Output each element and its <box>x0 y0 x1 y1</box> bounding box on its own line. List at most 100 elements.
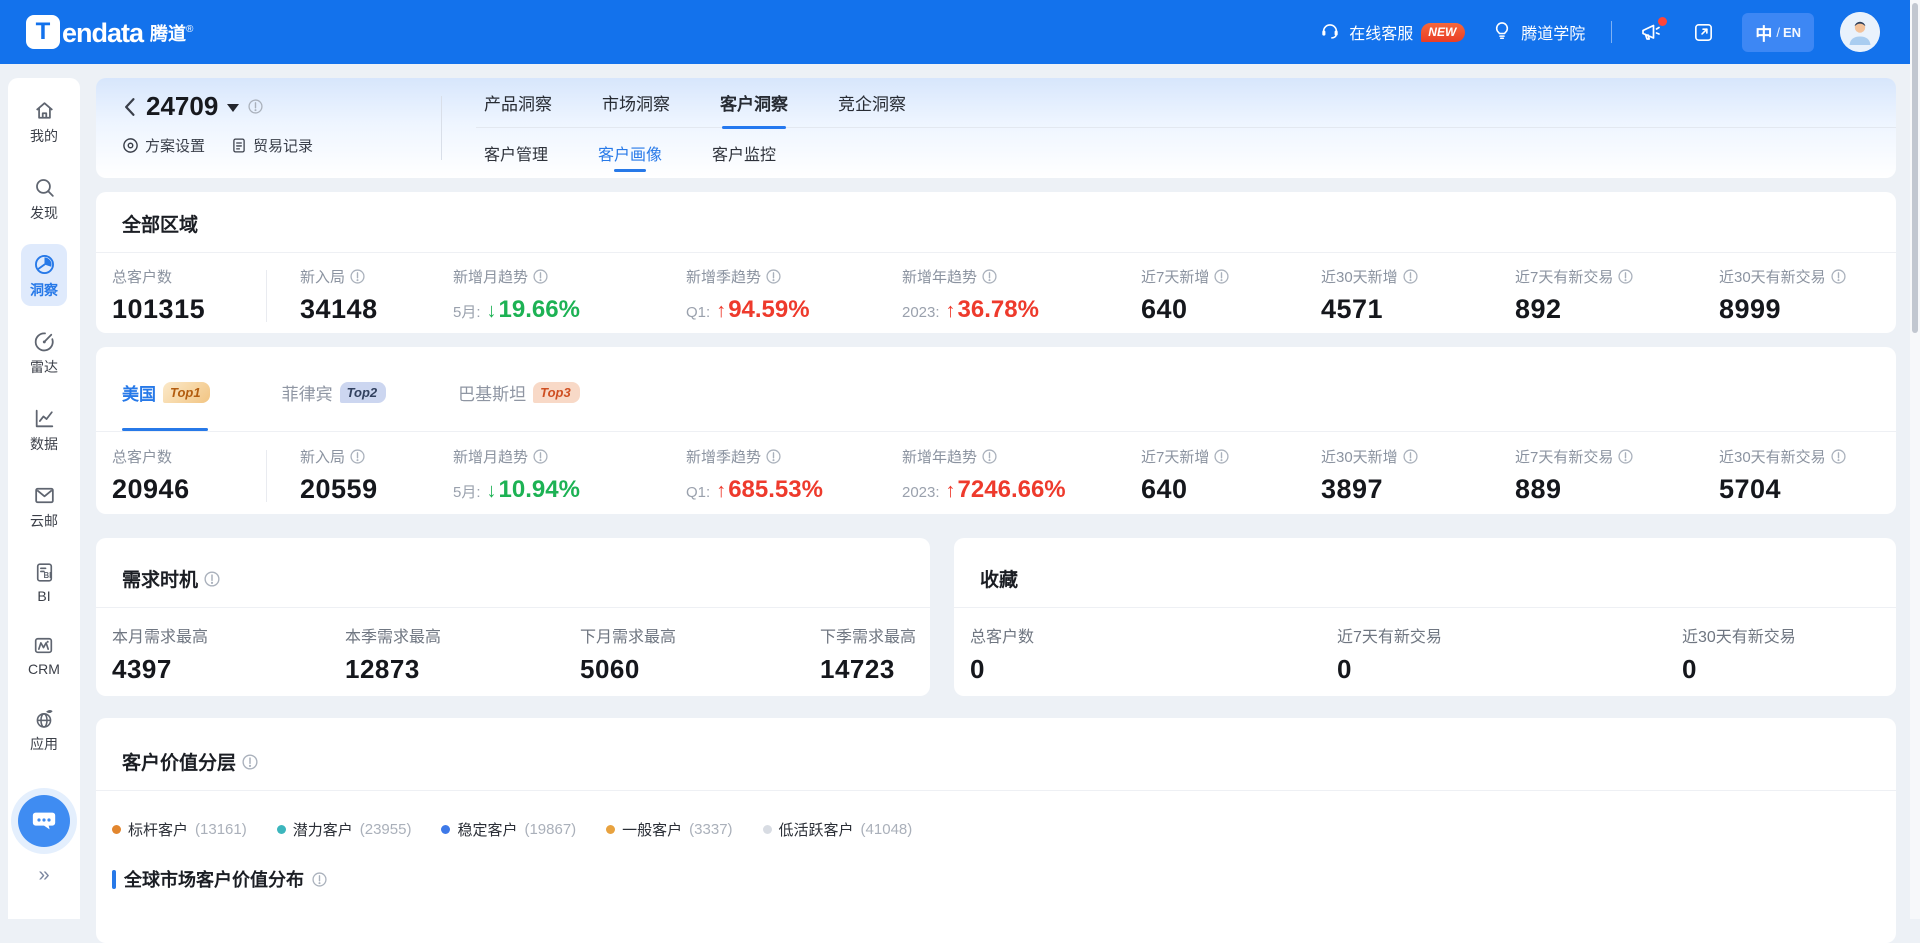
legend-stable-customers[interactable]: 稳定客户 (19867) <box>441 819 576 840</box>
legend-dot <box>763 825 772 834</box>
stat-demand-this-quarter: 本季需求最高 12873 <box>345 623 580 685</box>
stat-quarterly-trend: 新增季趋势 Q1: ↑94.59% <box>686 266 902 325</box>
sidebar-item-apps[interactable]: 应用 <box>30 706 58 754</box>
info-icon[interactable] <box>982 269 997 284</box>
demand-timing-card: 需求时机 本月需求最高 4397 本季需求最高 12873 下月需求最高 506… <box>96 538 930 696</box>
scrollbar-thumb[interactable] <box>1912 3 1918 333</box>
legend-low-activity-customers[interactable]: 低活跃客户 (41048) <box>763 819 913 840</box>
stat-new-7d: 近7天新增 640 <box>1141 446 1321 505</box>
stat-quarterly-trend: 新增季趋势 Q1: ↑685.53% <box>686 446 902 505</box>
info-icon[interactable] <box>204 571 220 587</box>
favorites-stats-row: 总客户数 0 近7天有新交易 0 近30天有新交易 0 <box>954 623 1896 685</box>
plan-info-icon[interactable] <box>248 99 263 114</box>
lang-en: EN <box>1783 25 1801 40</box>
sidebar-item-mine[interactable]: 我的 <box>30 98 58 146</box>
country-stats-row: 总客户数 20946 新入局 20559 新增月趋势 5月: ↓10.94% 新… <box>96 446 1896 505</box>
sidebar-item-radar[interactable]: 雷达 <box>30 329 58 377</box>
info-icon[interactable] <box>1831 449 1846 464</box>
customer-subtabs: 客户管理 客户画像 客户监控 <box>476 128 1896 177</box>
subtab-customer-management[interactable]: 客户管理 <box>484 128 548 177</box>
fullscreen-icon <box>1692 21 1715 44</box>
info-icon[interactable] <box>1214 449 1229 464</box>
plan-id: 24709 <box>146 91 218 122</box>
plan-dropdown-caret[interactable] <box>227 104 239 112</box>
info-icon[interactable] <box>766 269 781 284</box>
academy-label: 腾道学院 <box>1521 20 1585 44</box>
page-scrollbar[interactable] <box>1910 0 1920 919</box>
info-icon[interactable] <box>242 754 258 770</box>
stat-yearly-trend: 新增年趋势 2023: ↑36.78% <box>902 266 1141 325</box>
stat-trades-7d: 近7天有新交易 892 <box>1515 266 1719 325</box>
sidebar-item-discover[interactable]: 发现 <box>30 175 58 223</box>
sidebar-item-crm[interactable]: CRM <box>28 633 60 677</box>
tab-competitor-insight[interactable]: 竞企洞察 <box>838 78 906 127</box>
plan-settings-button[interactable]: 方案设置 <box>122 135 205 156</box>
country-tab-pakistan[interactable]: 巴基斯坦 Top3 <box>458 353 580 431</box>
info-icon[interactable] <box>1618 269 1633 284</box>
info-icon[interactable] <box>1403 449 1418 464</box>
subtab-customer-profile[interactable]: 客户画像 <box>598 128 662 177</box>
info-icon[interactable] <box>350 449 365 464</box>
user-avatar[interactable] <box>1840 12 1880 52</box>
info-icon[interactable] <box>1831 269 1846 284</box>
avatar-person-icon <box>1840 12 1880 52</box>
tendata-logo[interactable]: T endata 腾道 ® <box>26 15 193 49</box>
info-icon[interactable] <box>766 449 781 464</box>
sidebar-item-insight[interactable]: 洞察 <box>21 244 67 306</box>
tendata-logo-mark: T <box>26 15 60 49</box>
sidebar-item-data[interactable]: 数据 <box>30 406 58 454</box>
back-button[interactable] <box>122 97 137 117</box>
lightbulb-icon <box>1491 19 1513 46</box>
info-icon[interactable] <box>1214 269 1229 284</box>
legend-general-customers[interactable]: 一般客户 (3337) <box>606 819 732 840</box>
language-switcher[interactable]: 中 / EN <box>1742 13 1814 52</box>
stat-fav-total-customers: 总客户数 0 <box>970 623 1337 685</box>
info-icon[interactable] <box>533 449 548 464</box>
info-icon[interactable] <box>982 449 997 464</box>
top2-badge: Top2 <box>340 382 387 403</box>
section-title-demand-timing: 需求时机 <box>96 565 930 592</box>
info-icon[interactable] <box>533 269 548 284</box>
legend-potential-customers[interactable]: 潜力客户 (23955) <box>277 819 412 840</box>
stat-divider <box>266 270 267 322</box>
info-icon[interactable] <box>312 872 327 887</box>
crm-icon <box>31 633 56 658</box>
announcements-button[interactable] <box>1638 19 1664 45</box>
svg-text:BI: BI <box>43 571 51 580</box>
value-legend: 标杆客户 (13161) 潜力客户 (23955) 稳定客户 (19867) 一… <box>96 819 1896 840</box>
info-icon[interactable] <box>350 269 365 284</box>
fullscreen-button[interactable] <box>1690 19 1716 45</box>
document-icon <box>231 137 247 154</box>
divider <box>96 607 930 608</box>
legend-benchmark-customers[interactable]: 标杆客户 (13161) <box>112 819 247 840</box>
country-tab-usa[interactable]: 美国 Top1 <box>122 353 210 431</box>
trade-records-button[interactable]: 贸易记录 <box>231 135 313 156</box>
country-tab-philippines[interactable]: 菲律宾 Top2 <box>282 353 387 431</box>
section-title-all-region: 全部区域 <box>96 210 1896 237</box>
subtab-customer-monitoring[interactable]: 客户监控 <box>712 128 776 177</box>
line-chart-icon <box>32 406 57 431</box>
section-title-customer-value: 客户价值分层 <box>96 748 1896 775</box>
info-icon[interactable] <box>1618 449 1633 464</box>
mail-icon <box>32 483 57 508</box>
demand-stats-row: 本月需求最高 4397 本季需求最高 12873 下月需求最高 5060 下季需… <box>96 623 930 685</box>
global-value-distribution-header: 全球市场客户价值分布 <box>112 866 1896 892</box>
info-icon[interactable] <box>1403 269 1418 284</box>
search-icon <box>32 175 57 200</box>
sidebar-item-mail[interactable]: 云邮 <box>30 483 58 531</box>
sidebar-collapse-button[interactable]: » <box>38 864 49 887</box>
home-icon <box>32 98 57 123</box>
chat-fab-button[interactable] <box>18 795 70 847</box>
online-service-button[interactable]: 在线客服 NEW <box>1319 19 1465 46</box>
academy-button[interactable]: 腾道学院 <box>1491 19 1585 46</box>
tab-customer-insight[interactable]: 客户洞察 <box>720 78 788 127</box>
stat-divider <box>266 450 267 502</box>
tab-market-insight[interactable]: 市场洞察 <box>602 78 670 127</box>
stat-monthly-trend: 新增月趋势 5月: ↓19.66% <box>453 266 686 325</box>
stat-new-30d: 近30天新增 4571 <box>1321 266 1515 325</box>
all-region-stats-row: 总客户数 101315 新入局 34148 新增月趋势 5月: ↓19.66% … <box>96 266 1896 325</box>
stat-trades-7d: 近7天有新交易 889 <box>1515 446 1719 505</box>
tab-product-insight[interactable]: 产品洞察 <box>484 78 552 127</box>
accent-bar <box>112 870 116 889</box>
sidebar-item-bi[interactable]: BI BI <box>32 560 57 604</box>
